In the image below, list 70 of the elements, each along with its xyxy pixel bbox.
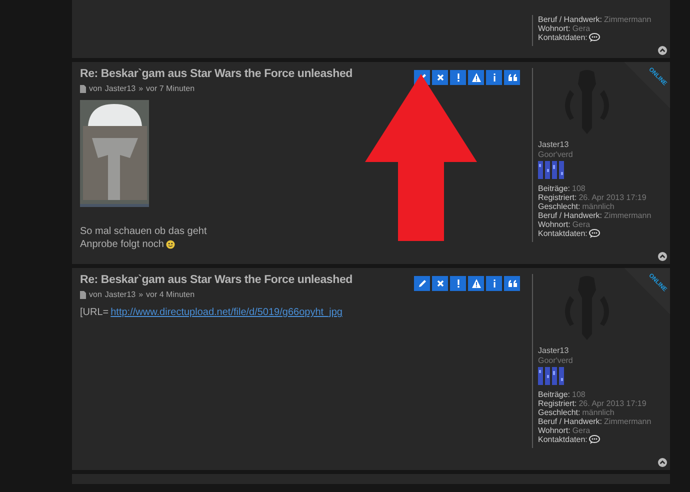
field-value: 26. Apr 2013 17:19 <box>578 193 646 202</box>
post-text: Anprobe folgt noch <box>80 239 164 250</box>
post-text: So mal schauen ob das geht <box>80 226 207 237</box>
field-value: Zimmermann <box>604 211 652 220</box>
url-link[interactable]: http://www.directupload.net/file/d/5019/g66opyht_jpg <box>110 307 342 318</box>
field-label: Registriert: <box>538 193 577 202</box>
separator: » <box>138 290 144 299</box>
post-time: vor 4 Minuten <box>146 290 195 299</box>
back-to-top-icon[interactable] <box>658 458 667 467</box>
quote-icon <box>506 71 518 84</box>
field-label: Registriert: <box>538 399 577 408</box>
edit-button[interactable] <box>414 276 430 291</box>
field-label: Geschlecht: <box>538 202 580 211</box>
field-label: Wohnort: <box>538 220 570 229</box>
delete-button[interactable] <box>432 276 448 291</box>
warn-button[interactable] <box>468 276 484 291</box>
author-link[interactable]: Jaster13 <box>104 290 136 299</box>
quote-icon <box>506 277 518 290</box>
warning-triangle-icon <box>470 277 482 290</box>
username-link[interactable]: Jaster13 <box>538 346 670 355</box>
field-value: männlich <box>582 202 614 211</box>
field-value: Zimmermann <box>604 15 652 24</box>
field-value: Zimmermann <box>604 417 652 426</box>
quote-button[interactable] <box>504 70 520 85</box>
user-rank: Goor'verd <box>538 150 574 159</box>
field-label: Geschlecht: <box>538 408 580 417</box>
warn-button[interactable] <box>468 70 484 85</box>
warning-triangle-icon <box>470 71 482 84</box>
field-label: Kontaktdaten: <box>538 435 588 444</box>
speech-bubble-icon[interactable] <box>589 229 600 238</box>
field-label: Beruf / Handwerk: <box>538 417 602 426</box>
post-title[interactable]: Re: Beskar`gam aus Star Wars the Force unleashed <box>80 68 352 80</box>
username-link[interactable]: Jaster13 <box>538 140 670 149</box>
field-label: Beruf / Handwerk: <box>538 15 602 24</box>
quote-button[interactable] <box>504 276 520 291</box>
post-title[interactable]: Re: Beskar`gam aus Star Wars the Force unleashed <box>80 274 352 286</box>
rank-image <box>538 366 565 385</box>
field-label: Wohnort: <box>538 426 570 435</box>
back-to-top-icon[interactable] <box>658 46 667 55</box>
byline-label: von <box>89 290 102 299</box>
document-icon <box>80 290 86 298</box>
info-button[interactable] <box>486 70 502 85</box>
post-text: [URL= <box>80 307 109 318</box>
field-value: 108 <box>572 390 586 399</box>
field-label: Kontaktdaten: <box>538 33 588 42</box>
document-icon <box>80 84 86 92</box>
report-button[interactable] <box>450 276 466 291</box>
field-value: Gera <box>572 24 590 33</box>
speech-bubble-icon[interactable] <box>589 33 600 42</box>
field-label: Kontaktdaten: <box>538 229 588 238</box>
post-time: vor 7 Minuten <box>146 84 195 93</box>
field-value: männlich <box>582 408 614 417</box>
field-value: 26. Apr 2013 17:19 <box>578 399 646 408</box>
author-link[interactable]: Jaster13 <box>104 84 136 93</box>
field-label: Beiträge: <box>538 390 570 399</box>
field-value: Gera <box>572 220 590 229</box>
field-value: Gera <box>572 426 590 435</box>
report-button[interactable] <box>450 70 466 85</box>
field-label: Wohnort: <box>538 24 570 33</box>
user-rank: Goor'verd <box>538 356 574 365</box>
info-button[interactable] <box>486 276 502 291</box>
field-label: Beruf / Handwerk: <box>538 211 602 220</box>
field-label: Beiträge: <box>538 184 570 193</box>
speech-bubble-icon[interactable] <box>589 435 600 444</box>
separator: » <box>138 84 144 93</box>
byline-label: von <box>89 84 102 93</box>
rank-image <box>538 160 565 179</box>
back-to-top-icon[interactable] <box>658 252 667 261</box>
delete-button[interactable] <box>432 70 448 85</box>
field-value: 108 <box>572 184 586 193</box>
